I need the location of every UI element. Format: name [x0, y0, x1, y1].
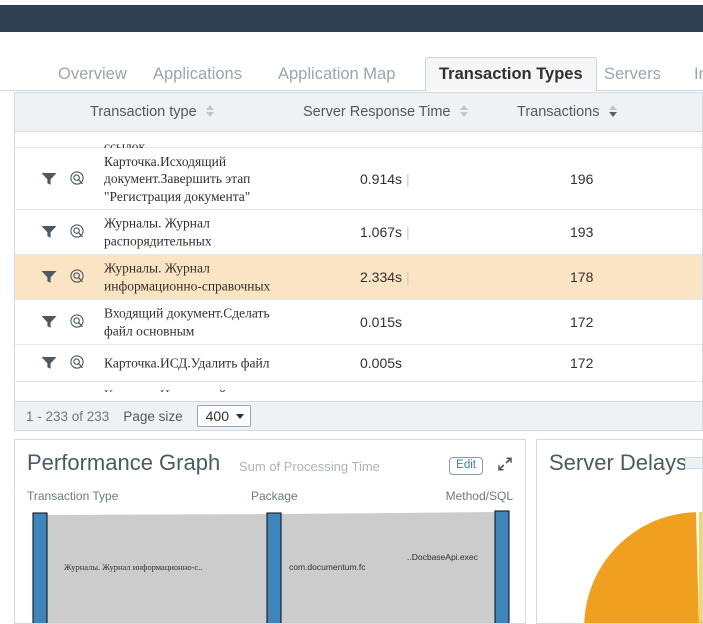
filter-icon[interactable] — [41, 356, 57, 370]
cell-transaction-type: Журналы. Журнал распорядительных — [104, 215, 294, 250]
column-header-server-response-time-label: Server Response Time — [303, 104, 450, 120]
column-header-transaction-type[interactable]: Transaction type — [90, 93, 215, 131]
axis-label-method-sql: Method/SQL — [446, 489, 513, 503]
column-header-transaction-type-label: Transaction type — [90, 104, 197, 120]
sort-toggle-transactions[interactable] — [609, 105, 618, 117]
transaction-types-grid: Transaction type Server Response Time Tr… — [14, 92, 703, 428]
row-action-icons — [41, 314, 86, 330]
server-delays-pie-chart[interactable] — [584, 512, 703, 624]
cell-server-response-time: 0.005s — [360, 355, 406, 371]
cell-server-response-time: 0.914s| — [360, 171, 410, 187]
server-delays-widget: Server Delays — [536, 439, 703, 624]
page-size-select[interactable]: 400 — [197, 405, 251, 427]
row-action-icons — [41, 171, 86, 187]
search-icon[interactable] — [70, 171, 86, 187]
grid-body[interactable]: ссылок Карточка.Исходящий документ.Завер… — [15, 132, 702, 392]
tab-infrastructure[interactable]: In — [681, 58, 703, 90]
row-action-icons — [41, 224, 86, 240]
page-size-label: Page size — [123, 409, 182, 424]
chevron-down-icon — [236, 414, 244, 419]
table-row[interactable]: ссылок — [15, 132, 702, 148]
cell-transaction-type: Карточка.ИСД.Удалить файл — [104, 354, 294, 372]
sort-toggle-server-response-time[interactable] — [460, 105, 469, 117]
column-header-transactions[interactable]: Transactions — [517, 93, 618, 131]
cell-server-response-time: 0.015s — [360, 314, 406, 330]
table-row[interactable]: Карточка.Исходящий документ.Открыть 0.59… — [15, 382, 702, 392]
app-top-bar — [0, 5, 703, 32]
table-row[interactable]: Журналы. Журнал распорядительных 1.067s|… — [15, 210, 702, 255]
table-row[interactable]: Карточка.Исходящий документ.Завершить эт… — [15, 148, 702, 210]
table-row[interactable]: Входящий документ.Сделать файл основным … — [15, 300, 702, 345]
server-delays-legend-swatch — [685, 457, 703, 469]
tab-application-map[interactable]: Application Map — [265, 58, 408, 90]
cell-server-response-time: 2.334s| — [360, 269, 410, 285]
main-tab-strip: Overview Applications Application Map Tr… — [0, 52, 703, 91]
grid-header-row: Transaction type Server Response Time Tr… — [15, 93, 702, 132]
search-icon[interactable] — [70, 224, 86, 240]
page-size-value: 400 — [206, 408, 229, 424]
cell-transactions: 172 — [570, 314, 593, 330]
column-header-server-response-time[interactable]: Server Response Time — [303, 93, 469, 131]
cell-transaction-type: Карточка.Исходящий документ.Завершить эт… — [104, 152, 294, 205]
table-row[interactable]: Журналы. Журнал информационно-справочных… — [15, 255, 702, 300]
table-row[interactable]: Карточка.ИСД.Удалить файл 0.005s 172 — [15, 345, 702, 382]
cell-transaction-type: Журналы. Журнал информационно-справочных — [104, 260, 294, 295]
row-action-icons — [41, 269, 86, 285]
filter-icon[interactable] — [41, 225, 57, 239]
filter-icon[interactable] — [41, 270, 57, 284]
cell-server-response-time: 1.067s| — [360, 224, 410, 240]
sort-toggle-transaction-type[interactable] — [206, 105, 215, 117]
column-header-transactions-label: Transactions — [517, 104, 599, 120]
cell-transaction-type: Входящий документ.Сделать файл основным — [104, 305, 294, 340]
tab-strip-baseline — [0, 90, 703, 91]
row-action-icons — [41, 355, 86, 371]
tab-overview[interactable]: Overview — [45, 58, 140, 90]
tab-applications[interactable]: Applications — [140, 58, 255, 90]
cell-transactions: 196 — [570, 171, 593, 187]
cell-transactions: 172 — [570, 355, 593, 371]
grid-footer: 1 - 233 of 233 Page size 400 — [14, 401, 703, 431]
search-icon[interactable] — [70, 355, 86, 371]
search-icon[interactable] — [70, 269, 86, 285]
performance-graph-subtitle: Sum of Processing Time — [239, 459, 380, 474]
sankey-node-label-method: ..DocbaseApi.exec — [407, 552, 478, 562]
cell-transaction-type: Карточка.Исходящий документ.Открыть — [104, 387, 294, 393]
tab-servers[interactable]: Servers — [591, 58, 674, 90]
sankey-node-label-transaction-type: Журналы. Журнал информационно-с.. — [64, 562, 202, 572]
expand-icon[interactable] — [497, 456, 513, 472]
axis-label-transaction-type: Transaction Type — [27, 489, 118, 503]
sankey-node-label-package: com.documentum.fc — [289, 562, 366, 572]
tab-transaction-types[interactable]: Transaction Types — [425, 57, 597, 91]
performance-graph-title: Performance Graph — [27, 450, 220, 476]
server-delays-title: Server Delays — [549, 450, 687, 476]
filter-icon[interactable] — [41, 315, 57, 329]
filter-icon[interactable] — [41, 172, 57, 186]
cell-transactions: 178 — [570, 269, 593, 285]
performance-graph-widget: Performance Graph Sum of Processing Time… — [14, 439, 526, 624]
cell-transactions: 193 — [570, 224, 593, 240]
edit-button[interactable]: Edit — [449, 457, 483, 475]
axis-label-package: Package — [251, 489, 298, 503]
search-icon[interactable] — [70, 314, 86, 330]
record-range-label: 1 - 233 of 233 — [26, 409, 109, 424]
